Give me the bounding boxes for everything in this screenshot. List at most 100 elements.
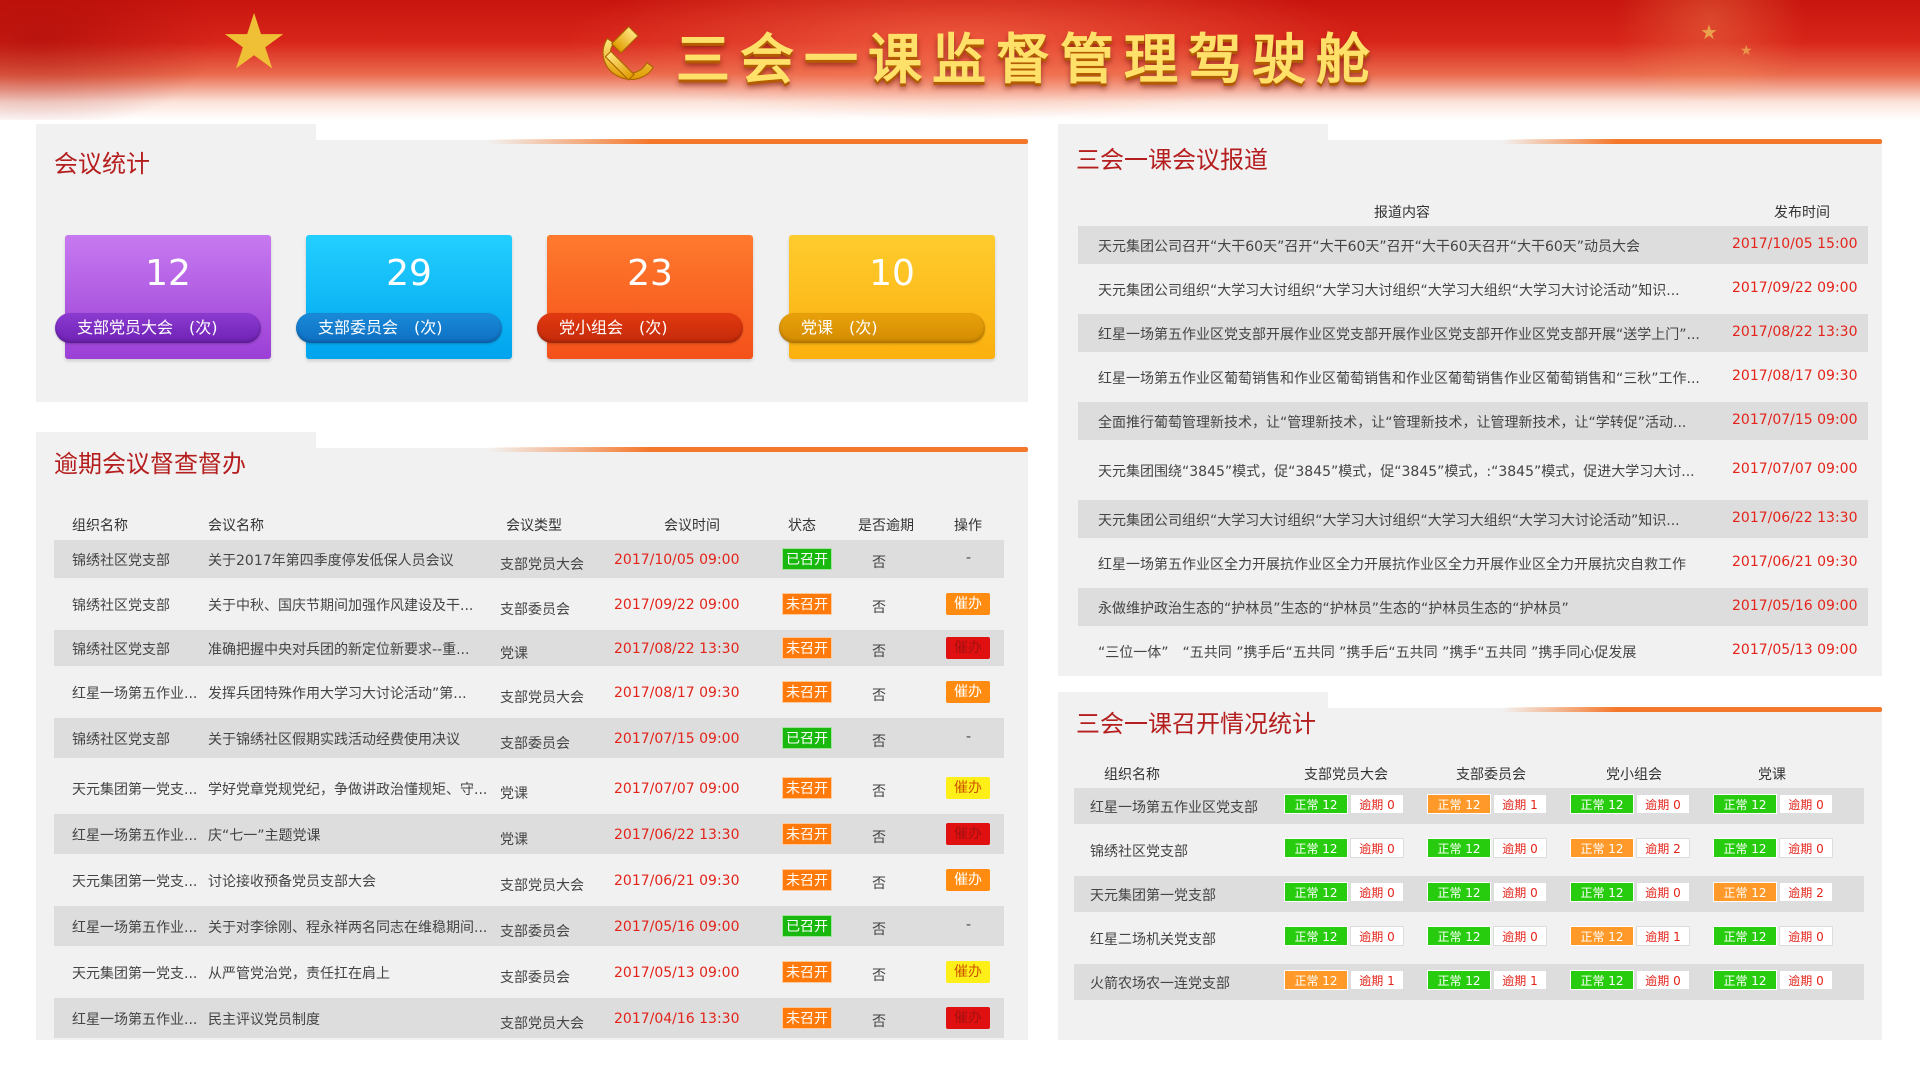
normal-count: 正常 12 xyxy=(1570,926,1634,946)
overdue-count: 逾期 1 xyxy=(1350,970,1404,990)
meeting-time: 2017/09/22 09:00 xyxy=(614,597,740,613)
col-header: 会议类型 xyxy=(506,518,562,534)
star-icon: ★ xyxy=(1700,20,1718,44)
panel-notch xyxy=(1328,692,1882,708)
urge-button[interactable]: 催办 xyxy=(946,681,990,703)
action-cell: 催办 xyxy=(946,777,990,799)
meeting-name: 从严管党治党，责任扛在肩上 xyxy=(208,966,390,982)
org-name: 锦绣社区党支部 xyxy=(1090,844,1188,860)
meeting-type: 支部党员大会 xyxy=(500,878,584,894)
report-row[interactable]: 全面推行葡萄管理新技术，让“管理新技术，让“管理新技术，让管理新技术，让“学转促… xyxy=(1078,402,1868,440)
report-title-link[interactable]: 天元集团围绕“3845”模式，促“3845”模式，促“3845”模式，:“384… xyxy=(1098,461,1718,481)
normal-count: 正常 12 xyxy=(1284,882,1348,902)
report-title-link[interactable]: 全面推行葡萄管理新技术，让“管理新技术，让“管理新技术，让管理新技术，让“学转促… xyxy=(1098,412,1718,432)
report-title-link[interactable]: 红星一场第五作业区葡萄销售和作业区葡萄销售和作业区葡萄销售作业区葡萄销售和“三秋… xyxy=(1098,368,1718,388)
meeting-name: 民主评议党员制度 xyxy=(208,1012,320,1028)
party-emblem-icon xyxy=(602,25,654,81)
panel-notch xyxy=(316,432,1028,448)
org-name: 红星二场机关党支部 xyxy=(1090,932,1216,948)
org-name: 天元集团第一党支... xyxy=(72,782,197,798)
urge-button[interactable]: 催办 xyxy=(946,1007,990,1029)
meeting-type: 党课 xyxy=(500,832,528,848)
overdue-flag: 否 xyxy=(872,734,886,750)
normal-count: 正常 12 xyxy=(1427,838,1491,858)
action-cell: 催办 xyxy=(946,1007,990,1029)
meeting-time: 2017/06/21 09:30 xyxy=(614,873,740,889)
report-title-link[interactable]: 红星一场第五作业区党支部开展作业区党支部开展作业区党支部开作业区党支部开展“送学… xyxy=(1098,324,1718,344)
normal-count: 正常 12 xyxy=(1284,838,1348,858)
report-row[interactable]: 红星一场第五作业区葡萄销售和作业区葡萄销售和作业区葡萄销售作业区葡萄销售和“三秋… xyxy=(1078,358,1868,396)
action-none: - xyxy=(966,550,972,566)
publish-time: 2017/07/15 09:00 xyxy=(1732,412,1858,428)
report-title-link[interactable]: 天元集团公司组织“大学习大讨组织“大学习大讨组织“大学习大组织“大学习大讨论活动… xyxy=(1098,280,1718,300)
urge-button[interactable]: 催办 xyxy=(946,637,990,659)
urge-button[interactable]: 催办 xyxy=(946,869,990,891)
status-badge: 未召开 xyxy=(782,869,832,891)
normal-count: 正常 12 xyxy=(1427,926,1491,946)
report-row[interactable]: 天元集团公司召开“大干60天”召开“大干60天”召开“大干60天召开“大干60天… xyxy=(1078,226,1868,264)
org-name: 红星一场第五作业... xyxy=(72,686,197,702)
stat-label: 支部委员会 (次) xyxy=(296,313,502,343)
report-row[interactable]: “三位一体” “五共同 ”携手后“五共同 ”携手后“五共同 ”携手“五共同 ”携… xyxy=(1078,632,1868,670)
normal-count: 正常 12 xyxy=(1713,882,1777,902)
stat-cell: 正常 12 逾期 0 xyxy=(1284,838,1404,858)
publish-time: 2017/07/07 09:00 xyxy=(1732,461,1858,477)
report-row[interactable]: 红星一场第五作业区全力开展抗作业区全力开展抗作业区全力开展作业区全力开展抗灾自救… xyxy=(1078,544,1868,582)
stat-value: 23 xyxy=(627,253,673,294)
report-title-link[interactable]: 天元集团公司组织“大学习大讨组织“大学习大讨组织“大学习大组织“大学习大讨论活动… xyxy=(1098,510,1718,530)
report-row[interactable]: 天元集团围绕“3845”模式，促“3845”模式，促“3845”模式，:“384… xyxy=(1078,446,1868,494)
status-badge: 未召开 xyxy=(782,1007,832,1029)
urge-button[interactable]: 催办 xyxy=(946,777,990,799)
stat-value: 12 xyxy=(145,253,191,294)
meeting-time: 2017/08/17 09:30 xyxy=(614,685,740,701)
org-name: 红星一场第五作业... xyxy=(72,920,197,936)
stat-card-party-lecture[interactable]: 10 党课 (次) xyxy=(779,235,995,359)
stat-card-branch-assembly[interactable]: 12 支部党员大会 (次) xyxy=(55,235,271,359)
normal-count: 正常 12 xyxy=(1427,882,1491,902)
urge-button[interactable]: 催办 xyxy=(946,961,990,983)
stat-cell: 正常 12 逾期 0 xyxy=(1713,794,1833,814)
stat-card-branch-committee[interactable]: 29 支部委员会 (次) xyxy=(296,235,512,359)
table-row: 红星一场第五作业... 民主评议党员制度 支部党员大会 2017/04/16 13:3… xyxy=(54,998,1004,1038)
col-header: 报道内容 xyxy=(1374,205,1430,221)
report-title-link[interactable]: 红星一场第五作业区全力开展抗作业区全力开展抗作业区全力开展作业区全力开展抗灾自救… xyxy=(1098,554,1718,574)
normal-count: 正常 12 xyxy=(1713,838,1777,858)
overdue-flag: 否 xyxy=(872,555,886,571)
report-title-link[interactable]: 天元集团公司召开“大干60天”召开“大干60天”召开“大干60天召开“大干60天… xyxy=(1098,236,1718,256)
report-row[interactable]: 红星一场第五作业区党支部开展作业区党支部开展作业区党支部开作业区党支部开展“送学… xyxy=(1078,314,1868,352)
report-row[interactable]: 永做维护政治生态的“护林员”生态的“护林员”生态的“护林员生态的“护林员” 201… xyxy=(1078,588,1868,626)
status-badge-cell: 未召开 xyxy=(782,637,832,659)
summary-panel: 三会一课召开情况统计 组织名称 支部党员大会 支部委员会 党小组会 党课 红星一… xyxy=(1058,692,1882,1040)
normal-count: 正常 12 xyxy=(1284,970,1348,990)
stat-cell: 正常 12 逾期 0 xyxy=(1570,970,1690,990)
reports-panel: 三会一课会议报道 报道内容 发布时间 天元集团公司召开“大干60天”召开“大干6… xyxy=(1058,124,1882,676)
overdue-count: 逾期 0 xyxy=(1350,882,1404,902)
org-name: 火箭农场农一连党支部 xyxy=(1090,976,1230,992)
org-name: 红星一场第五作业... xyxy=(72,1012,197,1028)
urge-button[interactable]: 催办 xyxy=(946,593,990,615)
stat-card-party-group[interactable]: 23 党小组会 (次) xyxy=(537,235,753,359)
normal-count: 正常 12 xyxy=(1713,926,1777,946)
meeting-name: 关于对李徐刚、程永祥两名同志在维稳期间... xyxy=(208,920,488,936)
status-badge: 已召开 xyxy=(782,915,832,937)
report-row[interactable]: 天元集团公司组织“大学习大讨组织“大学习大讨组织“大学习大组织“大学习大讨论活动… xyxy=(1078,270,1868,308)
page-title: 三会一课监督管理驾驶舱 xyxy=(676,27,1380,91)
report-row[interactable]: 天元集团公司组织“大学习大讨组织“大学习大讨组织“大学习大组织“大学习大讨论活动… xyxy=(1078,500,1868,538)
publish-time: 2017/05/16 09:00 xyxy=(1732,598,1858,614)
stat-cell: 正常 12 逾期 1 xyxy=(1570,926,1690,946)
meeting-time: 2017/07/07 09:00 xyxy=(614,781,740,797)
report-title-link[interactable]: “三位一体” “五共同 ”携手后“五共同 ”携手后“五共同 ”携手“五共同 ”携… xyxy=(1098,642,1718,662)
overdue-count: 逾期 0 xyxy=(1636,882,1690,902)
overdue-flag: 否 xyxy=(872,784,886,800)
table-row: 锦绣社区党支部 准确把握中央对兵团的新定位新要求--重... 党课 2017/08/2… xyxy=(54,630,1004,666)
panel-accent-line xyxy=(488,139,1028,144)
meeting-type: 支部党员大会 xyxy=(500,1016,584,1032)
normal-count: 正常 12 xyxy=(1713,970,1777,990)
overdue-flag: 否 xyxy=(872,1014,886,1030)
report-title-link[interactable]: 永做维护政治生态的“护林员”生态的“护林员”生态的“护林员生态的“护林员” xyxy=(1098,598,1718,618)
meeting-name: 关于2017年第四季度停发低保人员会议 xyxy=(208,553,454,569)
overdue-flag: 否 xyxy=(872,922,886,938)
status-badge: 已召开 xyxy=(782,727,832,749)
urge-button[interactable]: 催办 xyxy=(946,823,990,845)
org-name: 天元集团第一党支... xyxy=(72,874,197,890)
